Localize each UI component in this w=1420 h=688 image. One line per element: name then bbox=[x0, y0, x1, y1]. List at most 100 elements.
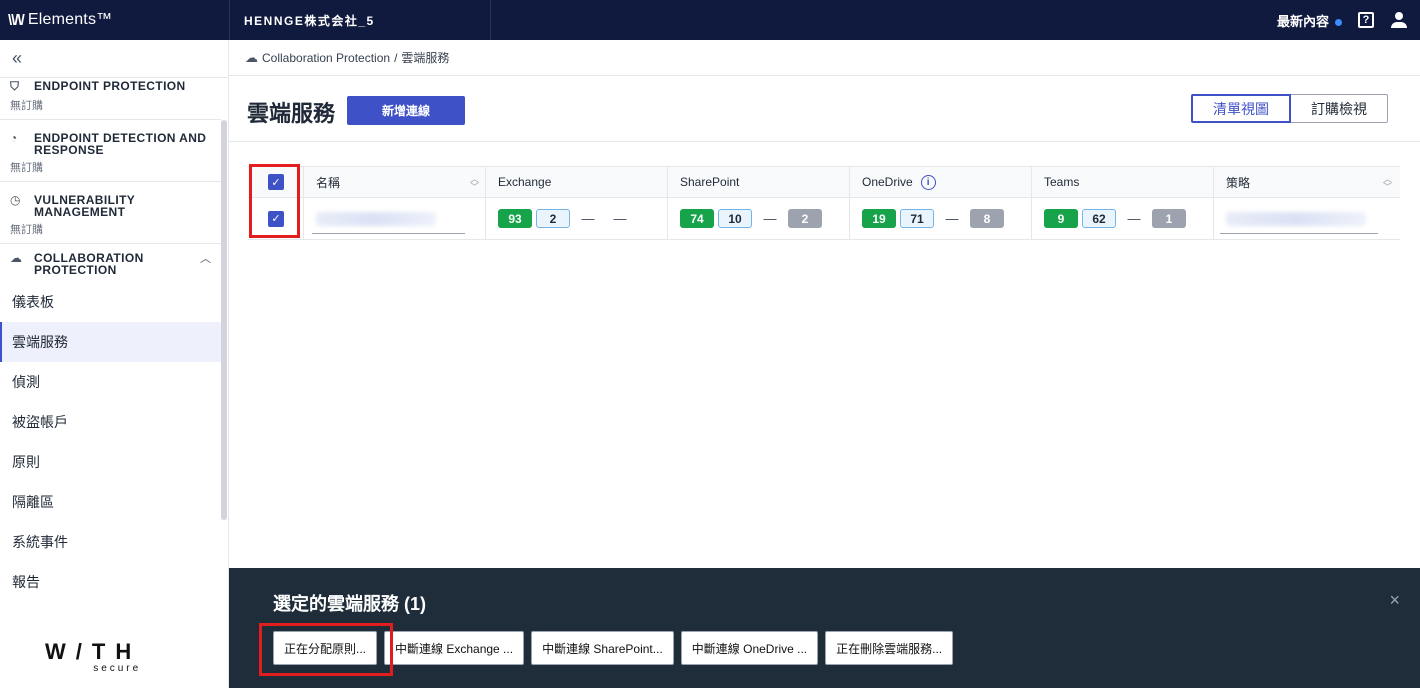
empty-value: — bbox=[945, 211, 959, 226]
list-view-button[interactable]: 清單視圖 bbox=[1191, 94, 1291, 123]
sidebar-item-dashboard[interactable]: 儀表板 bbox=[0, 282, 221, 322]
view-toggle: 清單視圖 訂購檢視 bbox=[1191, 94, 1388, 123]
selection-title: 選定的雲端服務 (1) bbox=[273, 594, 426, 614]
chevron-up-icon[interactable]: ︿ bbox=[200, 250, 211, 266]
logo-text: W/TH bbox=[45, 639, 142, 664]
column-header-exchange: Exchange bbox=[486, 167, 668, 197]
detection-icon: ◔ bbox=[10, 131, 18, 145]
close-icon[interactable]: × bbox=[1389, 590, 1400, 611]
breadcrumb: ☁ Collaboration Protection / 雲端服務 bbox=[229, 40, 1420, 76]
unprotected-count-badge[interactable]: 71 bbox=[900, 209, 934, 228]
sidebar-item-system-events[interactable]: 系統事件 bbox=[0, 522, 221, 562]
section-title: VULNERABILITY MANAGEMENT bbox=[34, 193, 135, 219]
sharepoint-cell: 74 10 — 2 bbox=[668, 198, 850, 239]
page-header: 雲端服務 新增連線 清單視圖 訂購檢視 bbox=[229, 76, 1420, 142]
unprotected-count-badge[interactable]: 10 bbox=[718, 209, 752, 228]
empty-value: — bbox=[1127, 211, 1141, 226]
cloud-icon: ☁ bbox=[10, 251, 23, 265]
breadcrumb-root[interactable]: Collaboration Protection bbox=[262, 51, 390, 65]
onedrive-cell: 19 71 — 8 bbox=[850, 198, 1032, 239]
name-underline bbox=[312, 233, 465, 234]
column-header-policy[interactable]: 策略 ︿ ﹀ bbox=[1214, 167, 1398, 197]
unprotected-count-badge[interactable]: 62 bbox=[1082, 209, 1116, 228]
column-label: OneDrive bbox=[862, 175, 913, 189]
column-header-onedrive: OneDrive i bbox=[850, 167, 1032, 197]
empty-value: — bbox=[763, 211, 777, 226]
inactive-count-badge[interactable]: 2 bbox=[788, 209, 822, 228]
sidebar: « ⛉ ENDPOINT PROTECTION 無訂購 ◔ ENDPOINT DET… bbox=[0, 40, 229, 688]
unprotected-count-badge[interactable]: 2 bbox=[536, 209, 570, 228]
cloud-services-table: ✓ 名稱 ︿ ﹀ Exchange SharePoint OneDrive i Te… bbox=[248, 166, 1400, 240]
table-row[interactable]: ✓ 93 2 — — 74 10 — 2 19 71 — 8 9 62 — 1 bbox=[248, 198, 1400, 240]
sort-icon[interactable]: ︿ ﹀ bbox=[1383, 175, 1392, 192]
table-header-row: ✓ 名稱 ︿ ﹀ Exchange SharePoint OneDrive i Te… bbox=[248, 166, 1400, 198]
disconnect-exchange-button[interactable]: 中斷連線 Exchange ... bbox=[384, 631, 525, 665]
protected-count-badge[interactable]: 9 bbox=[1044, 209, 1078, 228]
highlight-assign-policy bbox=[259, 623, 393, 676]
redacted-name bbox=[316, 211, 436, 226]
column-header-name[interactable]: 名稱 ︿ ﹀ bbox=[304, 167, 486, 197]
sidebar-item-reports[interactable]: 報告 bbox=[0, 562, 221, 602]
column-label: Exchange bbox=[498, 175, 552, 189]
page-title: 雲端服務 bbox=[247, 101, 336, 126]
column-label: 名稱 bbox=[316, 175, 341, 190]
news-indicator-dot bbox=[1335, 18, 1342, 26]
shield-icon: ⛉ bbox=[10, 79, 20, 93]
user-icon[interactable] bbox=[1390, 11, 1408, 29]
news-label: 最新內容 bbox=[1276, 13, 1329, 29]
section-title: ENDPOINT PROTECTION bbox=[34, 79, 186, 93]
sidebar-item-policies[interactable]: 原則 bbox=[0, 442, 221, 482]
radar-icon: ◷ bbox=[10, 193, 21, 207]
teams-cell: 9 62 — 1 bbox=[1032, 198, 1214, 239]
column-header-teams: Teams bbox=[1032, 167, 1214, 197]
add-connection-button[interactable]: 新增連線 bbox=[347, 96, 465, 125]
section-subscription-status: 無訂購 bbox=[10, 162, 43, 174]
policy-cell[interactable] bbox=[1214, 198, 1398, 239]
protected-count-badge[interactable]: 19 bbox=[862, 209, 896, 228]
sidebar-item-compromised-accounts[interactable]: 被盜帳戶 bbox=[0, 402, 221, 442]
sidebar-section-endpoint-protection[interactable]: ⛉ ENDPOINT PROTECTION 無訂購 bbox=[0, 78, 221, 120]
info-icon[interactable]: i bbox=[920, 174, 936, 190]
sidebar-section-collaboration-protection[interactable]: ☁ COLLABORATION PROTECTION ︿ bbox=[0, 244, 221, 282]
subscription-view-button[interactable]: 訂購檢視 bbox=[1291, 94, 1388, 123]
sidebar-section-edr[interactable]: ◔ ENDPOINT DETECTION AND RESPONSE 無訂購 bbox=[0, 120, 221, 182]
breadcrumb-separator: / bbox=[394, 50, 398, 65]
news-link[interactable]: 最新內容 bbox=[1277, 11, 1342, 30]
inactive-count-badge[interactable]: 1 bbox=[1152, 209, 1186, 228]
highlight-checkbox-column bbox=[249, 164, 300, 238]
sidebar-scrollbar[interactable] bbox=[221, 120, 227, 520]
protected-count-badge[interactable]: 74 bbox=[680, 209, 714, 228]
protected-count-badge[interactable]: 93 bbox=[498, 209, 532, 228]
column-label: 策略 bbox=[1226, 175, 1251, 190]
sort-icon[interactable]: ︿ ﹀ bbox=[470, 175, 479, 192]
redacted-policy bbox=[1226, 211, 1366, 226]
empty-value: — bbox=[581, 211, 595, 226]
brand-name: Elements™ bbox=[27, 11, 113, 28]
top-bar: \\/\/ Elements™ HENNGE株式会社_5 最新內容 ? bbox=[0, 0, 1420, 40]
column-label: Teams bbox=[1044, 175, 1080, 189]
section-subscription-status: 無訂購 bbox=[10, 224, 43, 236]
section-title: ENDPOINT DETECTION AND RESPONSE bbox=[34, 131, 207, 157]
sidebar-item-detections[interactable]: 偵測 bbox=[0, 362, 221, 402]
organization-selector[interactable]: HENNGE株式会社_5 bbox=[229, 0, 491, 40]
exchange-cell: 93 2 — — bbox=[486, 198, 668, 239]
sidebar-section-vulnerability-management[interactable]: ◷ VULNERABILITY MANAGEMENT 無訂購 bbox=[0, 182, 221, 244]
section-title: COLLABORATION PROTECTION bbox=[34, 251, 144, 277]
selection-action-bar: 選定的雲端服務 (1) × 正在分配原則... 中斷連線 Exchange ..… bbox=[229, 568, 1420, 688]
disconnect-sharepoint-button[interactable]: 中斷連線 SharePoint... bbox=[531, 631, 674, 665]
sidebar-item-quarantine[interactable]: 隔離區 bbox=[0, 482, 221, 522]
disconnect-onedrive-button[interactable]: 中斷連線 OneDrive ... bbox=[680, 631, 819, 665]
brand[interactable]: \\/\/ Elements™ bbox=[0, 0, 229, 40]
sidebar-item-cloud-services[interactable]: 雲端服務 bbox=[0, 322, 221, 362]
name-cell[interactable] bbox=[304, 198, 486, 239]
inactive-count-badge[interactable]: 8 bbox=[970, 209, 1004, 228]
column-header-sharepoint: SharePoint bbox=[668, 167, 850, 197]
help-icon[interactable]: ? bbox=[1358, 12, 1374, 28]
cloud-icon: ☁ bbox=[245, 49, 258, 65]
section-subscription-status: 無訂購 bbox=[10, 100, 43, 112]
breadcrumb-current: 雲端服務 bbox=[401, 51, 450, 65]
collapse-sidebar-button[interactable]: « bbox=[0, 40, 228, 78]
delete-cloud-service-button[interactable]: 正在刪除雲端服務... bbox=[825, 631, 954, 665]
column-label: SharePoint bbox=[680, 175, 740, 189]
brand-logo-mark: \\/\/ bbox=[8, 11, 25, 29]
